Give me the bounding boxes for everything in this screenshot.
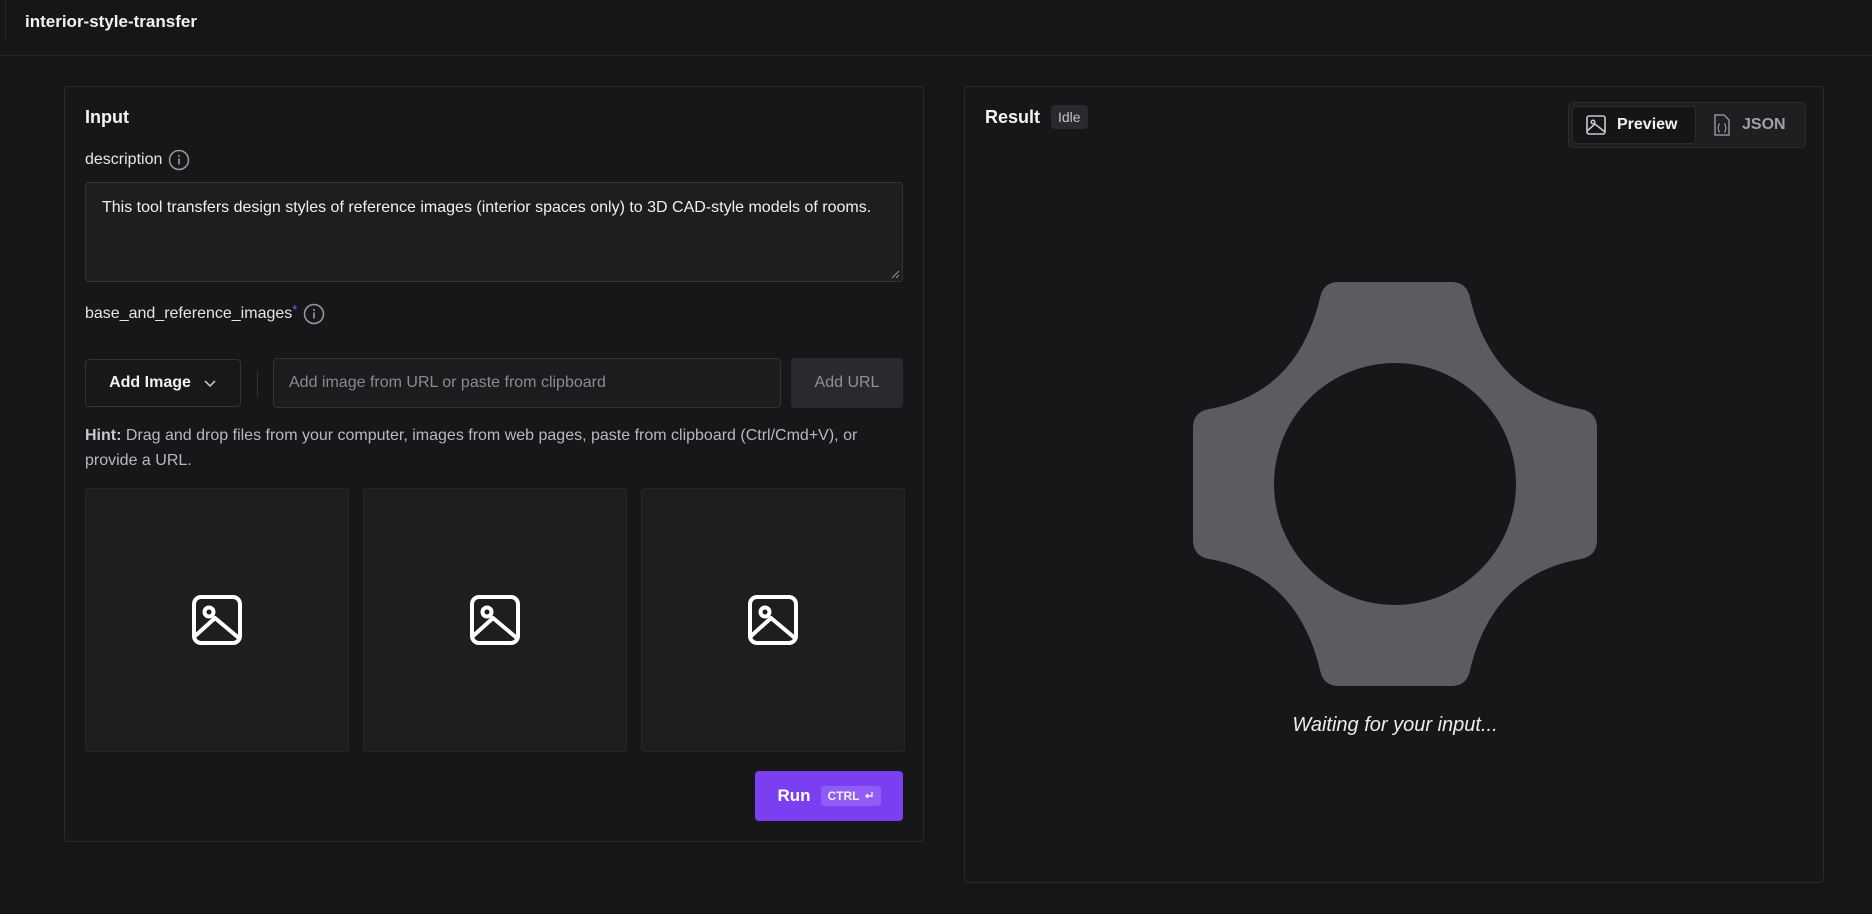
image-slot[interactable] [363,488,627,752]
add-image-label: Add Image [109,374,191,391]
shortcut-badge: CTRL [820,786,881,806]
hint-body: Drag and drop files from your computer, … [85,427,858,469]
description-label: description [85,151,163,168]
image-slot[interactable] [85,488,349,752]
status-badge: Idle [1051,105,1088,129]
resize-grip-icon[interactable] [890,269,900,279]
required-mark: * [292,301,298,317]
image-slot[interactable] [641,488,905,752]
divider [257,371,258,397]
top-bar: interior-style-transfer [0,0,1872,56]
chevron-down-icon [204,380,216,388]
hint-text: Hint: Drag and drop files from your comp… [85,423,885,473]
placeholder-logo-icon [1193,282,1597,686]
image-icon [192,595,242,645]
result-panel: Result Idle Preview JSON Waiting for you… [964,86,1824,883]
images-label-row: base_and_reference_images * [85,301,325,325]
info-icon[interactable] [168,149,190,171]
images-label: base_and_reference_images [85,305,293,322]
add-image-button[interactable]: Add Image [85,359,241,407]
url-placeholder: Add image from URL or paste from clipboa… [289,374,606,391]
waiting-message: Waiting for your input... [1292,714,1498,736]
app-title: interior-style-transfer [25,12,197,31]
info-icon[interactable] [303,303,325,325]
tab-preview[interactable]: Preview [1572,106,1696,144]
result-panel-title: Result [985,107,1041,127]
image-url-input[interactable]: Add image from URL or paste from clipboa… [273,358,781,408]
description-textarea[interactable]: This tool transfers design styles of ref… [85,182,903,282]
enter-icon [864,792,873,799]
input-panel-title: Input [85,107,129,127]
tab-json[interactable]: JSON [1700,106,1800,144]
hint-prefix: Hint: [85,427,122,444]
tab-preview-label: Preview [1617,116,1678,133]
json-file-icon [1714,114,1730,136]
shortcut-key: CTRL [827,789,860,803]
run-label: Run [777,786,811,805]
image-icon [748,595,798,645]
image-icon [1586,115,1606,135]
image-icon [470,595,520,645]
tab-json-label: JSON [1742,116,1786,133]
add-url-button[interactable]: Add URL [791,358,903,408]
description-label-row: description [85,149,190,171]
view-toggle: Preview JSON [1568,102,1806,148]
divider [5,0,6,40]
run-button[interactable]: Run CTRL [755,771,903,821]
description-value: This tool transfers design styles of ref… [102,199,872,216]
input-panel: Input description This tool transfers de… [64,86,924,842]
